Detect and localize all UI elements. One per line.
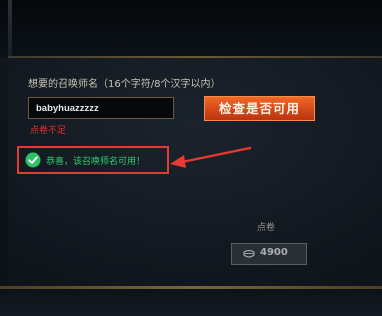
bottom-frame [0, 289, 382, 316]
purchase-price-button[interactable]: 4900 [231, 243, 307, 265]
price-label: 点卷 [257, 223, 276, 233]
error-message: 点卷不足 [30, 126, 67, 136]
annotation-arrow-icon [170, 146, 252, 168]
success-highlight-box: 恭喜，该召唤师名可用！ [17, 146, 169, 174]
price-value: 4900 [260, 247, 288, 258]
rename-panel: 想要的召唤师名（16个字符/8个汉字以内） 点卷不足 检查是否可用 恭喜，该召唤… [8, 58, 382, 286]
summoner-name-input[interactable] [28, 97, 174, 119]
success-message: 恭喜，该召唤师名可用！ [46, 157, 146, 167]
check-circle-icon [25, 152, 41, 168]
top-frame [0, 0, 382, 58]
frame-edge [8, 0, 12, 58]
coin-icon [243, 249, 255, 258]
rename-dialog: 想要的召唤师名（16个字符/8个汉字以内） 点卷不足 检查是否可用 恭喜，该召唤… [0, 0, 382, 316]
name-prompt-label: 想要的召唤师名（16个字符/8个汉字以内） [28, 79, 221, 90]
side-frame [0, 58, 8, 286]
check-availability-button[interactable]: 检查是否可用 [204, 96, 315, 121]
